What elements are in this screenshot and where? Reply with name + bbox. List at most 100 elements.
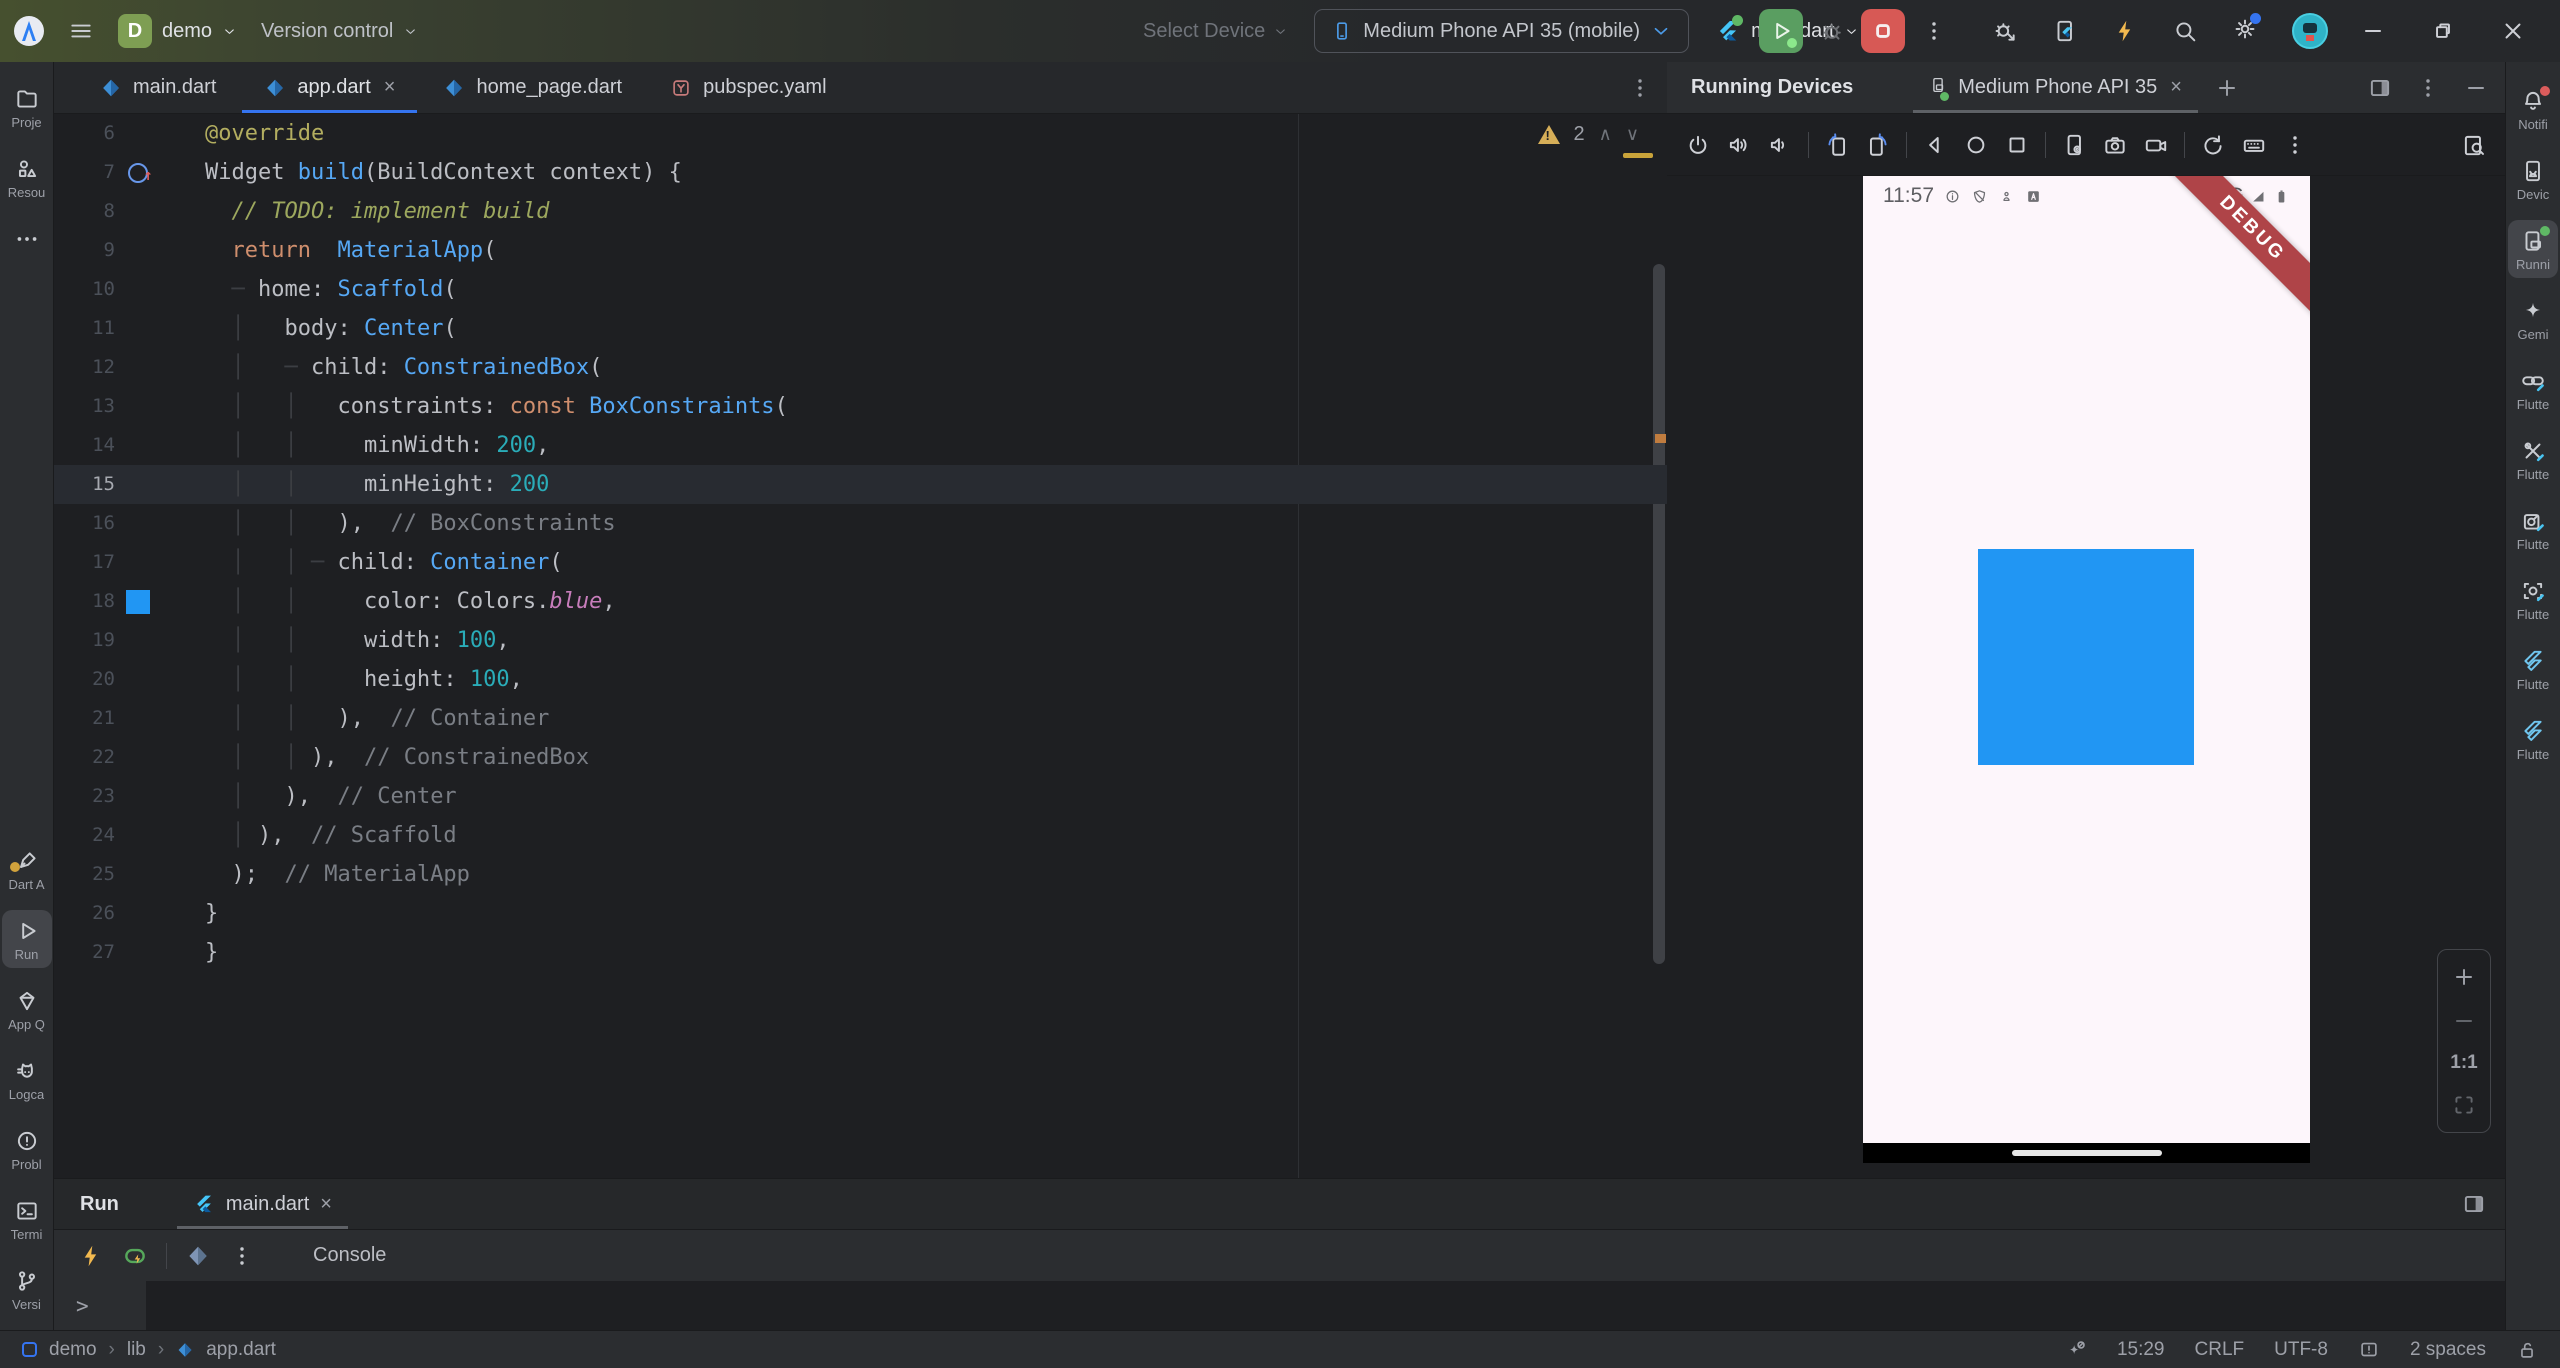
rotate-right-icon[interactable] (1865, 132, 1891, 158)
hot-reload-icon[interactable] (78, 1243, 104, 1269)
sidebar-item-app-quality-insights[interactable]: App Q (2, 980, 52, 1038)
sidebar-item-run[interactable]: Run (1, 910, 52, 968)
screenshot-icon[interactable] (2102, 132, 2128, 158)
sidebar-item-logcat[interactable]: Logca (2, 1050, 52, 1108)
code-line-19[interactable]: 19 │ │ width: 100, (54, 621, 1667, 660)
code-line-7[interactable]: 7Widget build(BuildContext context) { (54, 153, 1667, 195)
sidebar-item-running-devices[interactable]: Runni (2508, 220, 2558, 278)
more-options-icon[interactable] (229, 1243, 255, 1269)
code-line-23[interactable]: 23 │ ), // Center (54, 777, 1667, 816)
sidebar-item-flutter-outline[interactable]: Flutte (2508, 640, 2558, 698)
restart-icon[interactable] (2200, 132, 2226, 158)
sidebar-item-version-control[interactable]: Versi (2, 1260, 52, 1318)
console-output[interactable]: > (54, 1281, 2505, 1330)
run-button[interactable] (1759, 9, 1803, 53)
color-preview-swatch[interactable] (125, 589, 150, 614)
more-options-icon[interactable] (2415, 75, 2441, 101)
screen-record-icon[interactable] (2143, 132, 2169, 158)
sidebar-item-project[interactable]: Proje (2, 78, 52, 136)
add-device-tab-icon[interactable] (2214, 75, 2240, 101)
back-icon[interactable] (1922, 132, 1948, 158)
code-line-6[interactable]: 6 @override (54, 114, 1667, 153)
zoom-reset-button[interactable]: 1:1 (2450, 1052, 2477, 1074)
code-line-17[interactable]: 17 │ │ ─ child: Container( (54, 543, 1667, 582)
close-icon[interactable]: × (2170, 76, 2182, 99)
hot-restart-icon[interactable] (122, 1243, 148, 1269)
unlocked-icon[interactable] (2516, 1339, 2538, 1361)
code-line-25[interactable]: 25 ); // MaterialApp (54, 855, 1667, 894)
code-line-9[interactable]: 9 return MaterialApp( (54, 231, 1667, 270)
fit-screen-icon[interactable] (2451, 1092, 2477, 1118)
device-tab[interactable]: Medium Phone API 35 × (1913, 62, 2198, 113)
tab-options-icon[interactable] (1627, 75, 1653, 101)
line-separator[interactable]: CRLF (2195, 1339, 2245, 1361)
file-encoding[interactable]: UTF-8 (2274, 1339, 2328, 1361)
code-line-8[interactable]: 8 // TODO: implement build (54, 192, 1667, 231)
close-icon[interactable]: × (320, 1193, 332, 1216)
device-settings-icon[interactable] (2061, 132, 2087, 158)
code-line-10[interactable]: 10 ─ home: Scaffold( (54, 270, 1667, 309)
zoom-out-icon[interactable] (2451, 1008, 2477, 1034)
vcs-widget[interactable]: Version control (261, 20, 418, 43)
sidebar-item-flutter-performance[interactable]: Flutte (2508, 430, 2558, 488)
power-icon[interactable] (1685, 132, 1711, 158)
sidebar-item-flutter-deep-links[interactable]: Flutte (2508, 360, 2558, 418)
sidebar-item-device-manager[interactable]: Devic (2508, 150, 2558, 208)
device-screen[interactable]: 11:57 3G DEBUG (1863, 176, 2310, 1163)
sidebar-item-notifications[interactable]: Notifi (2508, 80, 2558, 138)
close-button[interactable] (2500, 18, 2526, 44)
minimize-button[interactable] (2360, 18, 2386, 44)
code-line-18[interactable]: 18 │ │ color: Colors.blue, (54, 582, 1667, 621)
breadcrumb[interactable]: demo › lib › app.dart (22, 1339, 276, 1361)
close-icon[interactable]: × (384, 76, 396, 99)
highlighting-level-icon[interactable] (2358, 1339, 2380, 1361)
debug-button[interactable] (1819, 18, 1845, 44)
caret-position[interactable]: 15:29 (2117, 1339, 2165, 1361)
sidebar-item-terminal[interactable]: Termi (2, 1190, 52, 1248)
code-line-12[interactable]: 12 │ ─ child: ConstrainedBox( (54, 348, 1667, 387)
run-tab-main-dart[interactable]: main.dart × (176, 1179, 349, 1229)
flutter-device-icon[interactable] (2052, 18, 2078, 44)
sidebar-item-flutter-property-editor[interactable]: Flutte (2508, 710, 2558, 768)
code-line-13[interactable]: 13 │ │ constraints: const BoxConstraints… (54, 387, 1667, 426)
screen-search-icon[interactable] (2461, 132, 2487, 158)
sidebar-item-more-tool-windows[interactable] (2, 218, 52, 261)
volume-up-icon[interactable] (1726, 132, 1752, 158)
select-device-dropdown[interactable]: Select Device (1143, 20, 1288, 43)
restore-button[interactable] (2430, 18, 2456, 44)
editor-tab-pubspec.yaml[interactable]: pubspec.yaml (646, 62, 850, 113)
hot-reload-bolt-icon[interactable] (2112, 18, 2138, 44)
sidebar-item-flutter-inspector[interactable]: Flutte (2508, 570, 2558, 628)
code-line-27[interactable]: 27} (54, 933, 1667, 972)
code-line-22[interactable]: 22 │ │ ), // ConstrainedBox (54, 738, 1667, 777)
editor-tab-home_page.dart[interactable]: home_page.dart (419, 62, 646, 113)
volume-down-icon[interactable] (1767, 132, 1793, 158)
home-indicator[interactable] (2011, 1150, 2162, 1156)
zoom-in-icon[interactable] (2451, 964, 2477, 990)
sidebar-item-dart-analysis[interactable]: Dart A (2, 840, 52, 898)
code-line-14[interactable]: 14 │ │ minWidth: 200, (54, 426, 1667, 465)
code-line-11[interactable]: 11 │ body: Center( (54, 309, 1667, 348)
ai-assistant-disabled-icon[interactable] (2065, 1339, 2087, 1361)
user-avatar[interactable] (2292, 13, 2328, 49)
home-icon[interactable] (1963, 132, 1989, 158)
code-line-16[interactable]: 16 │ │ ), // BoxConstraints (54, 504, 1667, 543)
indent-setting[interactable]: 2 spaces (2410, 1339, 2486, 1361)
project-selector[interactable]: D demo (118, 14, 237, 48)
more-icon[interactable] (2282, 132, 2308, 158)
code-line-20[interactable]: 20 │ │ height: 100, (54, 660, 1667, 699)
attach-debugger-icon[interactable] (1992, 18, 2018, 44)
sidebar-item-resource-manager[interactable]: Resou (2, 148, 52, 206)
device-dropdown[interactable]: Medium Phone API 35 (mobile) (1314, 9, 1690, 53)
code-line-26[interactable]: 26} (54, 894, 1667, 933)
code-line-24[interactable]: 24 │ ), // Scaffold (54, 816, 1667, 855)
editor-tab-app.dart[interactable]: app.dart × (240, 62, 419, 113)
panel-layout-icon[interactable] (2461, 1191, 2487, 1217)
editor-tab-main.dart[interactable]: main.dart (76, 62, 240, 113)
code-editor[interactable]: 2 ∧ ∨ 6@override7Widget build(BuildConte… (54, 114, 1667, 1178)
keyboard-icon[interactable] (2241, 132, 2267, 158)
main-menu-icon[interactable] (68, 18, 94, 44)
settings-button[interactable] (2232, 12, 2261, 47)
search-icon[interactable] (2172, 18, 2198, 44)
stop-button[interactable] (1861, 9, 1905, 53)
